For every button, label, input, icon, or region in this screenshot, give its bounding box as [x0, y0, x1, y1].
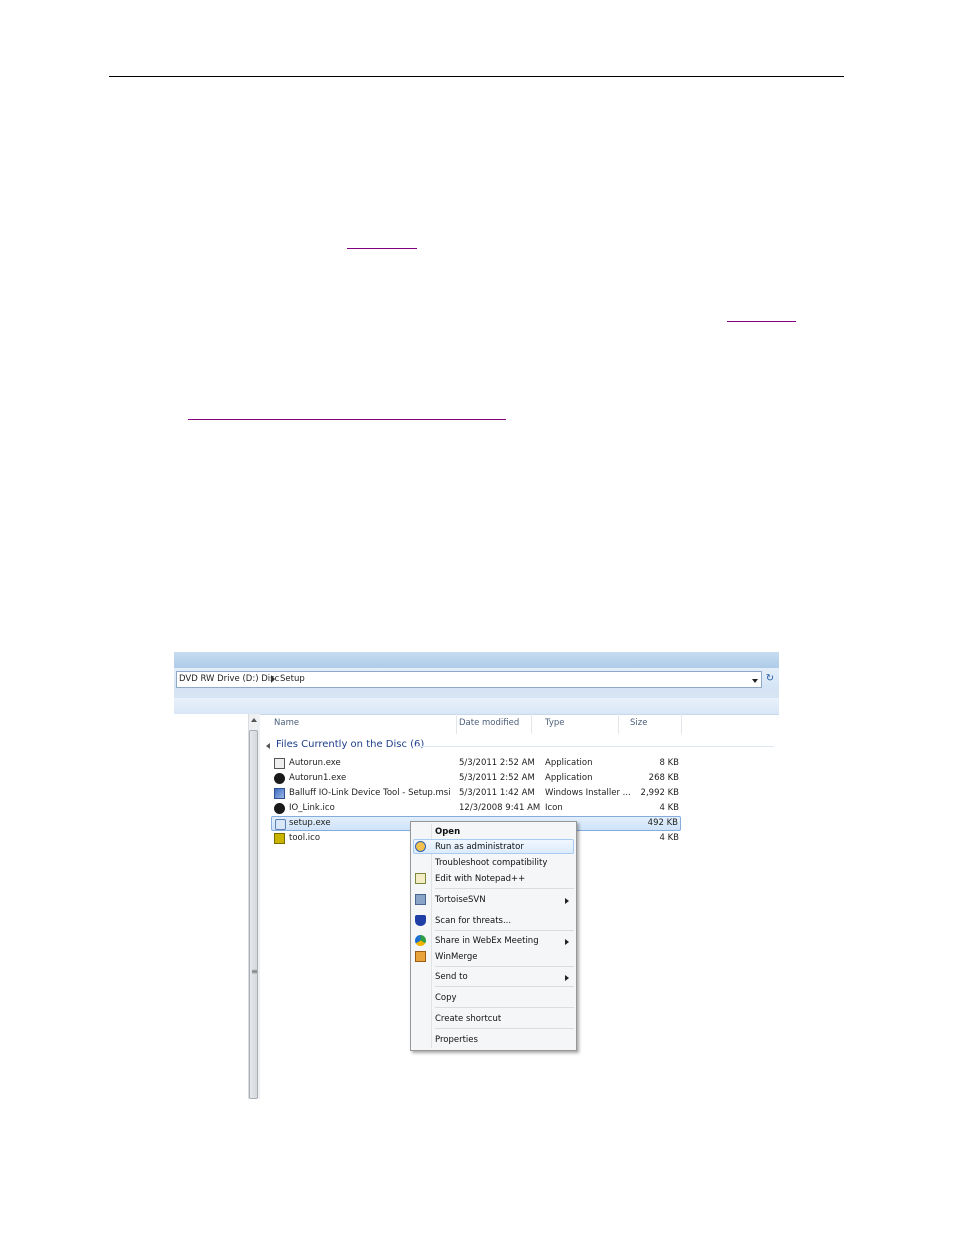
file-row[interactable]: Autorun.exe 5/3/2011 2:52 AM Application…: [271, 756, 681, 771]
explorer-screenshot: DVD RW Drive (D:) Disc Setup ↻ ≡ Name Da…: [174, 652, 779, 1099]
file-row[interactable]: Autorun1.exe 5/3/2011 2:52 AM Applicatio…: [271, 771, 681, 786]
menu-item-winmerge[interactable]: WinMerge: [435, 952, 478, 962]
column-header-size[interactable]: Size: [616, 714, 682, 734]
scroll-grip-icon: ≡: [251, 967, 258, 976]
hyperlink-underline-1[interactable]: [347, 248, 417, 249]
menu-item-tortoisesvn[interactable]: TortoiseSVN: [435, 895, 486, 905]
breadcrumb-separator-icon[interactable]: [271, 675, 275, 683]
breadcrumb-drive[interactable]: DVD RW Drive (D:) Disc: [179, 674, 279, 684]
tortoise-svn-icon: [415, 894, 426, 905]
autorun-ball-icon: [274, 773, 285, 784]
column-header-date[interactable]: Date modified: [445, 714, 532, 734]
file-date: 5/3/2011 2:52 AM: [459, 758, 535, 768]
menu-separator: [435, 966, 574, 967]
menu-separator: [435, 888, 574, 889]
submenu-arrow-icon: [565, 939, 569, 945]
antivirus-shield-icon: [415, 915, 426, 926]
file-size: 492 KB: [647, 818, 678, 828]
menu-item-open[interactable]: Open: [435, 827, 460, 837]
menu-separator: [435, 1028, 574, 1029]
refresh-icon[interactable]: ↻: [763, 671, 777, 686]
menu-item-send-to[interactable]: Send to: [435, 972, 468, 982]
tool-icon: [274, 833, 285, 844]
file-name: Balluff IO-Link Device Tool - Setup.msi: [289, 788, 451, 798]
installer-icon: [274, 788, 285, 799]
menu-separator: [435, 1007, 574, 1008]
file-row[interactable]: Balluff IO-Link Device Tool - Setup.msi …: [271, 786, 681, 801]
file-name: IO_Link.ico: [289, 803, 335, 813]
setup-icon: [275, 819, 286, 830]
application-icon: [274, 758, 285, 769]
group-header[interactable]: Files Currently on the Disc (6): [276, 739, 424, 753]
menu-separator: [435, 930, 574, 931]
notepad-plus-icon: [415, 873, 426, 884]
hyperlink-underline-3[interactable]: [188, 419, 506, 420]
submenu-arrow-icon: [565, 975, 569, 981]
window-titlebar: [174, 652, 779, 668]
context-menu: Open Run as administrator Troubleshoot c…: [410, 821, 577, 1051]
file-size: 4 KB: [659, 833, 679, 843]
menu-item-edit-with-notepad[interactable]: Edit with Notepad++: [435, 874, 525, 884]
menu-item-copy[interactable]: Copy: [435, 993, 457, 1003]
scroll-thumb[interactable]: [249, 730, 258, 1099]
command-bar: [174, 698, 779, 715]
address-bar[interactable]: DVD RW Drive (D:) Disc Setup: [176, 671, 762, 688]
menu-gutter: [431, 824, 432, 1048]
file-date: 5/3/2011 2:52 AM: [459, 773, 535, 783]
column-header-name[interactable]: Name: [260, 714, 457, 734]
menu-item-scan-for-threats[interactable]: Scan for threats...: [435, 916, 511, 926]
menu-item-properties[interactable]: Properties: [435, 1035, 478, 1045]
address-dropdown-icon[interactable]: [752, 679, 758, 683]
submenu-arrow-icon: [565, 898, 569, 904]
group-collapse-icon[interactable]: [266, 743, 270, 749]
file-type: Application: [545, 773, 593, 783]
breadcrumb-folder[interactable]: Setup: [280, 674, 305, 684]
address-row: DVD RW Drive (D:) Disc Setup ↻: [174, 668, 779, 690]
file-type: Application: [545, 758, 593, 768]
menu-item-troubleshoot-compatibility[interactable]: Troubleshoot compatibility: [435, 858, 547, 868]
column-header-type[interactable]: Type: [531, 714, 619, 734]
file-name: tool.ico: [289, 833, 321, 843]
webex-icon: [415, 935, 426, 946]
menu-item-run-as-administrator[interactable]: Run as administrator: [435, 842, 524, 852]
menu-item-share-in-webex[interactable]: Share in WebEx Meeting: [435, 936, 539, 946]
scroll-up-icon[interactable]: [251, 718, 257, 722]
header-rule: [109, 76, 844, 77]
file-name: setup.exe: [289, 818, 331, 828]
hyperlink-underline-2[interactable]: [727, 321, 796, 322]
navigation-pane[interactable]: [174, 714, 248, 1099]
file-type: Icon: [545, 803, 563, 813]
io-link-ball-icon: [274, 803, 285, 814]
file-type: Windows Installer ...: [545, 788, 631, 798]
file-row[interactable]: IO_Link.ico 12/3/2008 9:41 AM Icon 4 KB: [271, 801, 681, 816]
menu-item-create-shortcut[interactable]: Create shortcut: [435, 1014, 501, 1024]
file-date: 5/3/2011 1:42 AM: [459, 788, 535, 798]
toolbar-strip: [174, 690, 779, 698]
menu-separator: [435, 986, 574, 987]
file-size: 8 KB: [659, 758, 679, 768]
winmerge-icon: [415, 951, 426, 962]
uac-shield-icon: [415, 841, 426, 852]
file-size: 268 KB: [648, 773, 679, 783]
file-name: Autorun1.exe: [289, 773, 347, 783]
group-divider: [414, 746, 774, 747]
file-date: 12/3/2008 9:41 AM: [459, 803, 541, 813]
file-name: Autorun.exe: [289, 758, 341, 768]
file-size: 4 KB: [659, 803, 679, 813]
file-size: 2,992 KB: [640, 788, 679, 798]
